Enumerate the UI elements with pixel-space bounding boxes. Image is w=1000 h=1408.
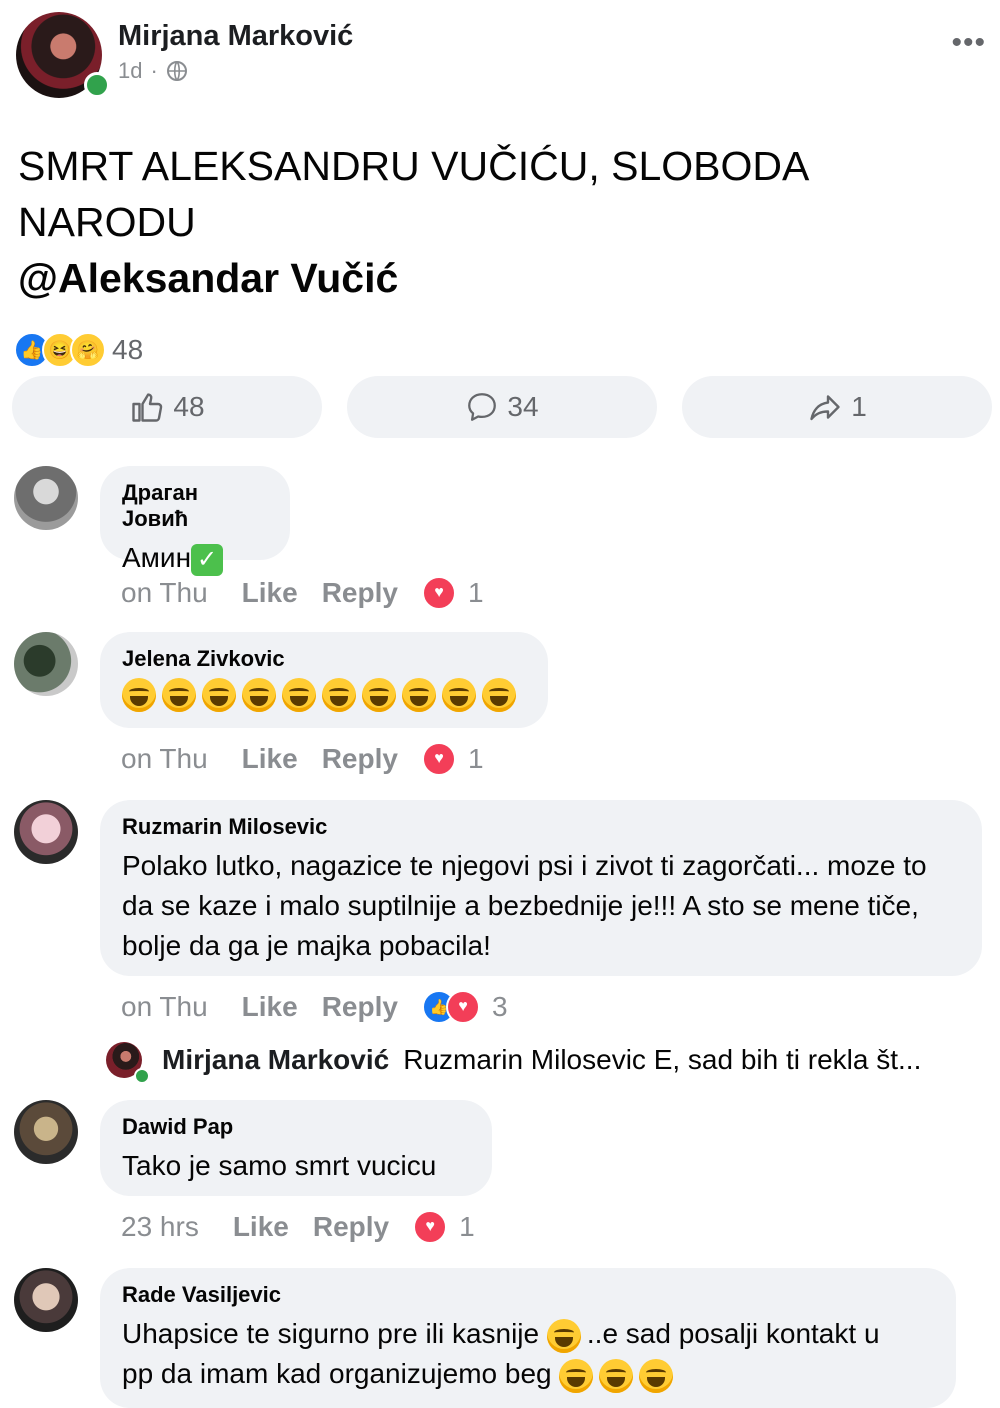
comment-text-part: pp da imam kad organizujemo beg (122, 1358, 552, 1389)
heart-reaction-icon: ♥ (421, 742, 456, 776)
reply-text: Ruzmarin Milosevic E, sad bih ti rekla š… (403, 1044, 922, 1075)
comment-reaction-count[interactable]: 1 (468, 743, 484, 775)
comment-like-button[interactable]: Like (233, 1211, 289, 1243)
comment-avatar[interactable] (14, 1268, 78, 1332)
laughing-emoji (282, 678, 316, 712)
comment-author[interactable]: Ruzmarin Milosevic (122, 814, 960, 840)
comment-author[interactable]: Jelena Zivkovic (122, 646, 526, 672)
comment-bubble: Dawid Pap Tako je samo smrt vucicu (100, 1100, 492, 1196)
upside-down-face-emoji (599, 1358, 634, 1393)
laughing-emoji (402, 678, 436, 712)
comment-count: 34 (507, 391, 539, 422)
comment-reply-button[interactable]: Reply (322, 743, 398, 775)
reply-author[interactable]: Mirjana Marković (162, 1044, 389, 1076)
care-reaction-icon: 🤗 (70, 332, 106, 368)
grinning-emoji (559, 1358, 594, 1393)
comment-author[interactable]: Dawid Pap (122, 1114, 470, 1140)
more-options-button[interactable]: ••• (951, 26, 986, 60)
share-icon (810, 395, 840, 421)
comment-icon (468, 393, 497, 421)
upside-down-face-emoji (546, 1318, 581, 1353)
heart-reaction-icon: ♥ (421, 576, 456, 610)
reaction-count: 48 (112, 334, 144, 365)
thumbs-up-icon (132, 393, 163, 422)
comment-text-part: Uhapsice te sigurno pre ili kasnije (122, 1318, 540, 1349)
comment-text: Uhapsice te sigurno pre ili kasnije ..e … (122, 1314, 934, 1394)
post-time[interactable]: 1d (118, 58, 142, 84)
meta-separator: · (150, 58, 158, 83)
comment-author[interactable]: Драган Јовић (122, 480, 268, 532)
reactions-summary[interactable]: 👍 😆 🤗 48 (14, 332, 143, 368)
comment-bubble: Ruzmarin Milosevic Polako lutko, nagazic… (100, 800, 982, 976)
laughing-emoji-row (122, 678, 526, 712)
comment-actions: on Thu Like Reply ♥ 1 (121, 742, 484, 776)
comment-time[interactable]: 23 hrs (121, 1211, 199, 1243)
comment-reaction-count[interactable]: 3 (492, 991, 508, 1023)
like-count: 48 (173, 391, 205, 422)
comment-bubble: Rade Vasiljevic Uhapsice te sigurno pre … (100, 1268, 956, 1408)
post-mention-link[interactable]: @Aleksandar Vučić (18, 250, 918, 306)
laughing-emoji (242, 678, 276, 712)
comment-author[interactable]: Rade Vasiljevic (122, 1282, 934, 1308)
online-status-dot (134, 1068, 150, 1084)
post-text-line1: SMRT ALEKSANDRU VUČIĆU, SLOBODA (18, 143, 810, 189)
comment-avatar[interactable] (14, 632, 78, 696)
comment-reply-button[interactable]: Reply (322, 577, 398, 609)
comment-text: Амин ✓ (122, 538, 268, 578)
laughing-emoji (202, 678, 236, 712)
comment-text-part: ..e sad posalji kontakt u (586, 1318, 880, 1349)
laughing-emoji (482, 678, 516, 712)
comment-avatar[interactable] (14, 466, 78, 530)
globe-icon (166, 61, 187, 81)
check-mark-emoji: ✓ (191, 543, 224, 576)
comment-reaction-count[interactable]: 1 (468, 577, 484, 609)
comment-button[interactable]: 34 (347, 376, 657, 438)
laughing-emoji (122, 678, 156, 712)
laughing-emoji (639, 1358, 674, 1393)
like-button[interactable]: 48 (12, 376, 322, 438)
laughing-emoji (322, 678, 356, 712)
laughing-emoji (442, 678, 476, 712)
heart-reaction-icon: ♥ (445, 990, 480, 1024)
comment-time[interactable]: on Thu (121, 743, 208, 775)
comment-reaction-count[interactable]: 1 (459, 1211, 475, 1243)
comment-actions: 23 hrs Like Reply ♥ 1 (121, 1210, 475, 1244)
comment-time[interactable]: on Thu (121, 991, 208, 1023)
post-meta: 1d · (118, 58, 188, 84)
comment-actions: on Thu Like Reply 👍 ♥ 3 (121, 990, 508, 1024)
post-author-name[interactable]: Mirjana Marković (118, 20, 353, 53)
comment-text: Polako lutko, nagazice te njegovi psi i … (122, 850, 927, 961)
comment-text: Tako je samo smrt vucicu (122, 1150, 437, 1181)
comment-reply-button[interactable]: Reply (313, 1211, 389, 1243)
online-status-dot (84, 72, 110, 98)
comment-bubble: Драган Јовић Амин ✓ (100, 466, 290, 576)
comment-avatar[interactable] (14, 1100, 78, 1164)
laughing-emoji (162, 678, 196, 712)
share-button[interactable]: 1 (682, 376, 992, 438)
comment-actions: on Thu Like Reply ♥ 1 (121, 576, 484, 610)
comment-bubble: Jelena Zivkovic (100, 632, 548, 728)
comment-like-button[interactable]: Like (242, 991, 298, 1023)
post-body: SMRT ALEKSANDRU VUČIĆU, SLOBODA NARODU @… (18, 138, 918, 306)
comment-time[interactable]: on Thu (121, 577, 208, 609)
comment-like-button[interactable]: Like (242, 743, 298, 775)
reply-preview[interactable]: Mirjana Marković Ruzmarin Milosevic E, s… (162, 1044, 982, 1076)
comment-like-button[interactable]: Like (242, 577, 298, 609)
post-text-line2: NARODU (18, 199, 196, 245)
share-count: 1 (851, 391, 867, 422)
heart-reaction-icon: ♥ (413, 1210, 448, 1244)
comment-reply-button[interactable]: Reply (322, 991, 398, 1023)
comment-text-content: Амин (122, 542, 192, 573)
comment-avatar[interactable] (14, 800, 78, 864)
laughing-emoji (362, 678, 396, 712)
